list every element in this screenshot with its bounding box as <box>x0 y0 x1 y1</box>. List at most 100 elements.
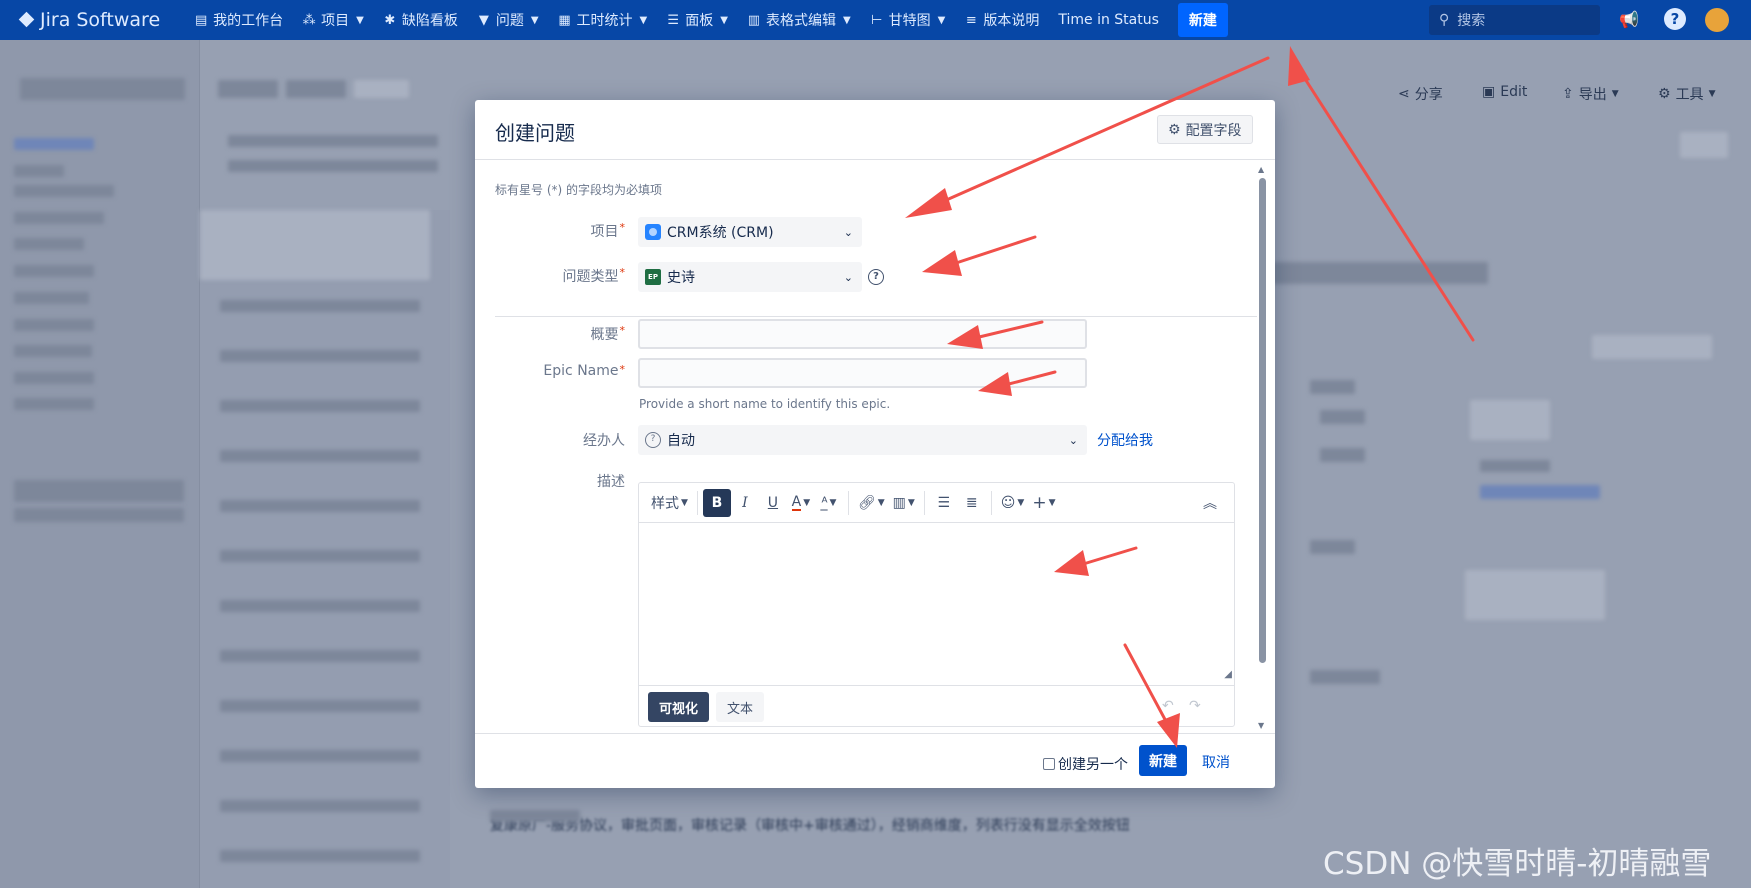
divider <box>495 316 1257 317</box>
more-formatting-dropdown[interactable]: ᴬ̲ ▼ <box>815 489 843 517</box>
editor-toolbar: 样式 ▼ B I U A ▼ ᴬ̲ ▼ 🔗︎ ▼ ▥ ▼ ☰ ≣ ☺ ▼ + ▼… <box>639 483 1234 523</box>
resize-handle-icon[interactable]: ◢ <box>1224 669 1232 680</box>
numbered-list-button[interactable]: ≣ <box>958 489 986 517</box>
board-icon: ☰ <box>667 12 680 28</box>
help-icon[interactable]: ? <box>1664 8 1686 30</box>
nav-item-table-edit[interactable]: ▥ 表格式编辑 ▼ <box>747 10 851 30</box>
chevron-down-icon: ▼ <box>907 497 915 508</box>
nav-item-bug-board[interactable]: ✱ 缺陷看板 <box>383 10 457 30</box>
background-issue-list <box>200 210 450 888</box>
nav-item-dashboard[interactable]: ▤ 我的工作台 <box>194 10 283 30</box>
chevron-down-icon: ⌄ <box>843 270 853 284</box>
nav-item-projects[interactable]: ⁂ 项目 ▼ <box>302 10 364 30</box>
background-edit: ▣ Edit <box>1482 84 1528 100</box>
dialog-title: 创建问题 <box>495 121 575 145</box>
text-mode-tab[interactable]: 文本 <box>716 692 765 722</box>
chevron-down-icon: ▼ <box>842 14 851 26</box>
epic-name-label: Epic Name* <box>543 363 625 379</box>
megaphone-icon[interactable]: 📢 <box>1617 8 1641 32</box>
background-export: ⇪ 导出 ▼ <box>1562 86 1619 103</box>
dialog-footer: 创建另一个 新建 取消 <box>475 733 1275 788</box>
scroll-down-icon[interactable]: ▼ <box>1258 721 1264 730</box>
toolbar-separator <box>847 490 849 515</box>
required-star: * <box>619 266 626 279</box>
redo-icon[interactable]: ↷ <box>1189 698 1201 714</box>
chevron-down-icon: ▼ <box>530 14 539 26</box>
scroll-thumb[interactable] <box>1259 178 1266 663</box>
double-chevron-up-icon: ︽ <box>1203 496 1217 512</box>
nav-item-worklog[interactable]: ▦ 工时统计 ▼ <box>558 10 647 30</box>
issue-type-select[interactable]: EP 史诗 ⌄ <box>638 262 862 292</box>
create-another-checkbox[interactable]: 创建另一个 <box>1043 754 1128 774</box>
nav-item-issues[interactable]: ▼ 问题 ▼ <box>477 10 539 30</box>
chevron-down-icon: ▼ <box>1017 497 1025 508</box>
nav-item-release-notes[interactable]: ≡ 版本说明 <box>964 10 1039 30</box>
calendar-icon: ▦ <box>558 12 571 28</box>
undo-icon[interactable]: ↶ <box>1162 698 1174 714</box>
visual-mode-tab[interactable]: 可视化 <box>648 692 710 722</box>
create-submit-button[interactable]: 新建 <box>1139 745 1187 776</box>
chevron-down-icon: ▼ <box>877 497 885 508</box>
project-select[interactable]: CRM系统 (CRM) ⌄ <box>638 217 862 247</box>
dialog-scrollbar[interactable]: ▲ ▼ <box>1258 165 1267 731</box>
chevron-down-icon: ▼ <box>720 14 728 26</box>
attachment-dropdown[interactable]: ▥ ▼ <box>889 489 919 517</box>
summary-input[interactable] <box>638 319 1087 349</box>
link-dropdown[interactable]: 🔗︎ ▼ <box>854 489 889 517</box>
nav-create-button[interactable]: 新建 <box>1177 3 1228 37</box>
collapse-toolbar-button[interactable]: ︽ <box>1196 489 1224 517</box>
top-navigation: Jira Software ▤ 我的工作台 ⁂ 项目 ▼ ✱ 缺陷看板 ▼ 问题… <box>0 0 1751 40</box>
cancel-button[interactable]: 取消 <box>1202 752 1230 772</box>
nav-item-gantt[interactable]: ⊢ 甘特图 ▼ <box>870 10 945 30</box>
background-share: ⋖ 分享 <box>1398 86 1443 103</box>
project-label: 项目* <box>590 221 626 240</box>
text-color-dropdown[interactable]: A ▼ <box>787 489 815 517</box>
chevron-down-icon: ▼ <box>829 497 837 508</box>
assign-to-me-link[interactable]: 分配给我 <box>1097 430 1153 450</box>
avatar[interactable] <box>1705 8 1729 32</box>
insert-more-dropdown[interactable]: + ▼ <box>1028 489 1059 517</box>
avatar-wrap <box>1705 8 1729 32</box>
background-sidebar <box>0 40 200 888</box>
link-icon: 🔗︎ <box>857 494 876 511</box>
edit-icon: ▣ <box>1482 84 1496 100</box>
chevron-down-icon: ⌄ <box>1068 433 1078 447</box>
epic-name-input[interactable] <box>638 358 1087 388</box>
required-star: * <box>619 324 626 337</box>
underline-button[interactable]: U <box>759 489 787 517</box>
checkbox[interactable] <box>1043 758 1055 770</box>
required-fields-note: 标有星号 (*) 的字段均为必填项 <box>495 183 662 197</box>
chevron-down-icon: ▼ <box>681 497 688 508</box>
numbered-list-icon: ≣ <box>965 494 978 511</box>
search-input[interactable]: ⚲ 搜索 <box>1429 5 1600 35</box>
filter-icon: ▼ <box>478 12 489 28</box>
nav-item-time-in-status[interactable]: Time in Status <box>1058 12 1159 28</box>
description-textarea[interactable] <box>639 524 1234 684</box>
chevron-down-icon: ▼ <box>1048 497 1056 508</box>
description-label: 描述 <box>597 474 625 490</box>
scroll-up-icon[interactable]: ▲ <box>1258 165 1264 174</box>
bold-button[interactable]: B <box>702 488 731 517</box>
attachment-icon: ▥ <box>892 494 906 511</box>
bullet-list-button[interactable]: ☰ <box>930 489 958 517</box>
jira-logo[interactable]: Jira Software <box>18 9 160 31</box>
assignee-select[interactable]: ? 自动 ⌄ <box>638 425 1087 455</box>
text-style-dropdown[interactable]: 样式 ▼ <box>647 489 692 517</box>
watermark: CSDN @快雪时晴-初晴融雪 <box>1323 846 1712 882</box>
emoji-dropdown[interactable]: ☺ ▼ <box>997 489 1029 517</box>
configure-fields-button[interactable]: ⚙ 配置字段 <box>1157 115 1253 144</box>
summary-label: 概要* <box>590 324 626 343</box>
create-issue-dialog: 创建问题 ⚙ 配置字段 标有星号 (*) 的字段均为必填项 项目* CRM系统 … <box>475 100 1275 788</box>
chevron-down-icon: ⌄ <box>843 225 853 239</box>
help-button-wrap: ? <box>1664 8 1688 32</box>
nav-item-boards[interactable]: ☰ 面板 ▼ <box>666 10 728 30</box>
projects-icon: ⁂ <box>302 12 316 28</box>
help-icon[interactable]: ? <box>868 269 884 285</box>
chevron-down-icon: ▼ <box>803 497 811 508</box>
export-icon: ⇪ <box>1562 86 1574 102</box>
gear-icon: ⚙ <box>1658 86 1671 102</box>
dialog-body[interactable]: 标有星号 (*) 的字段均为必填项 项目* CRM系统 (CRM) ⌄ 问题类型… <box>475 161 1275 733</box>
italic-button[interactable]: I <box>731 489 759 517</box>
assignee-label: 经办人 <box>583 433 625 449</box>
toolbar-separator <box>923 490 925 515</box>
